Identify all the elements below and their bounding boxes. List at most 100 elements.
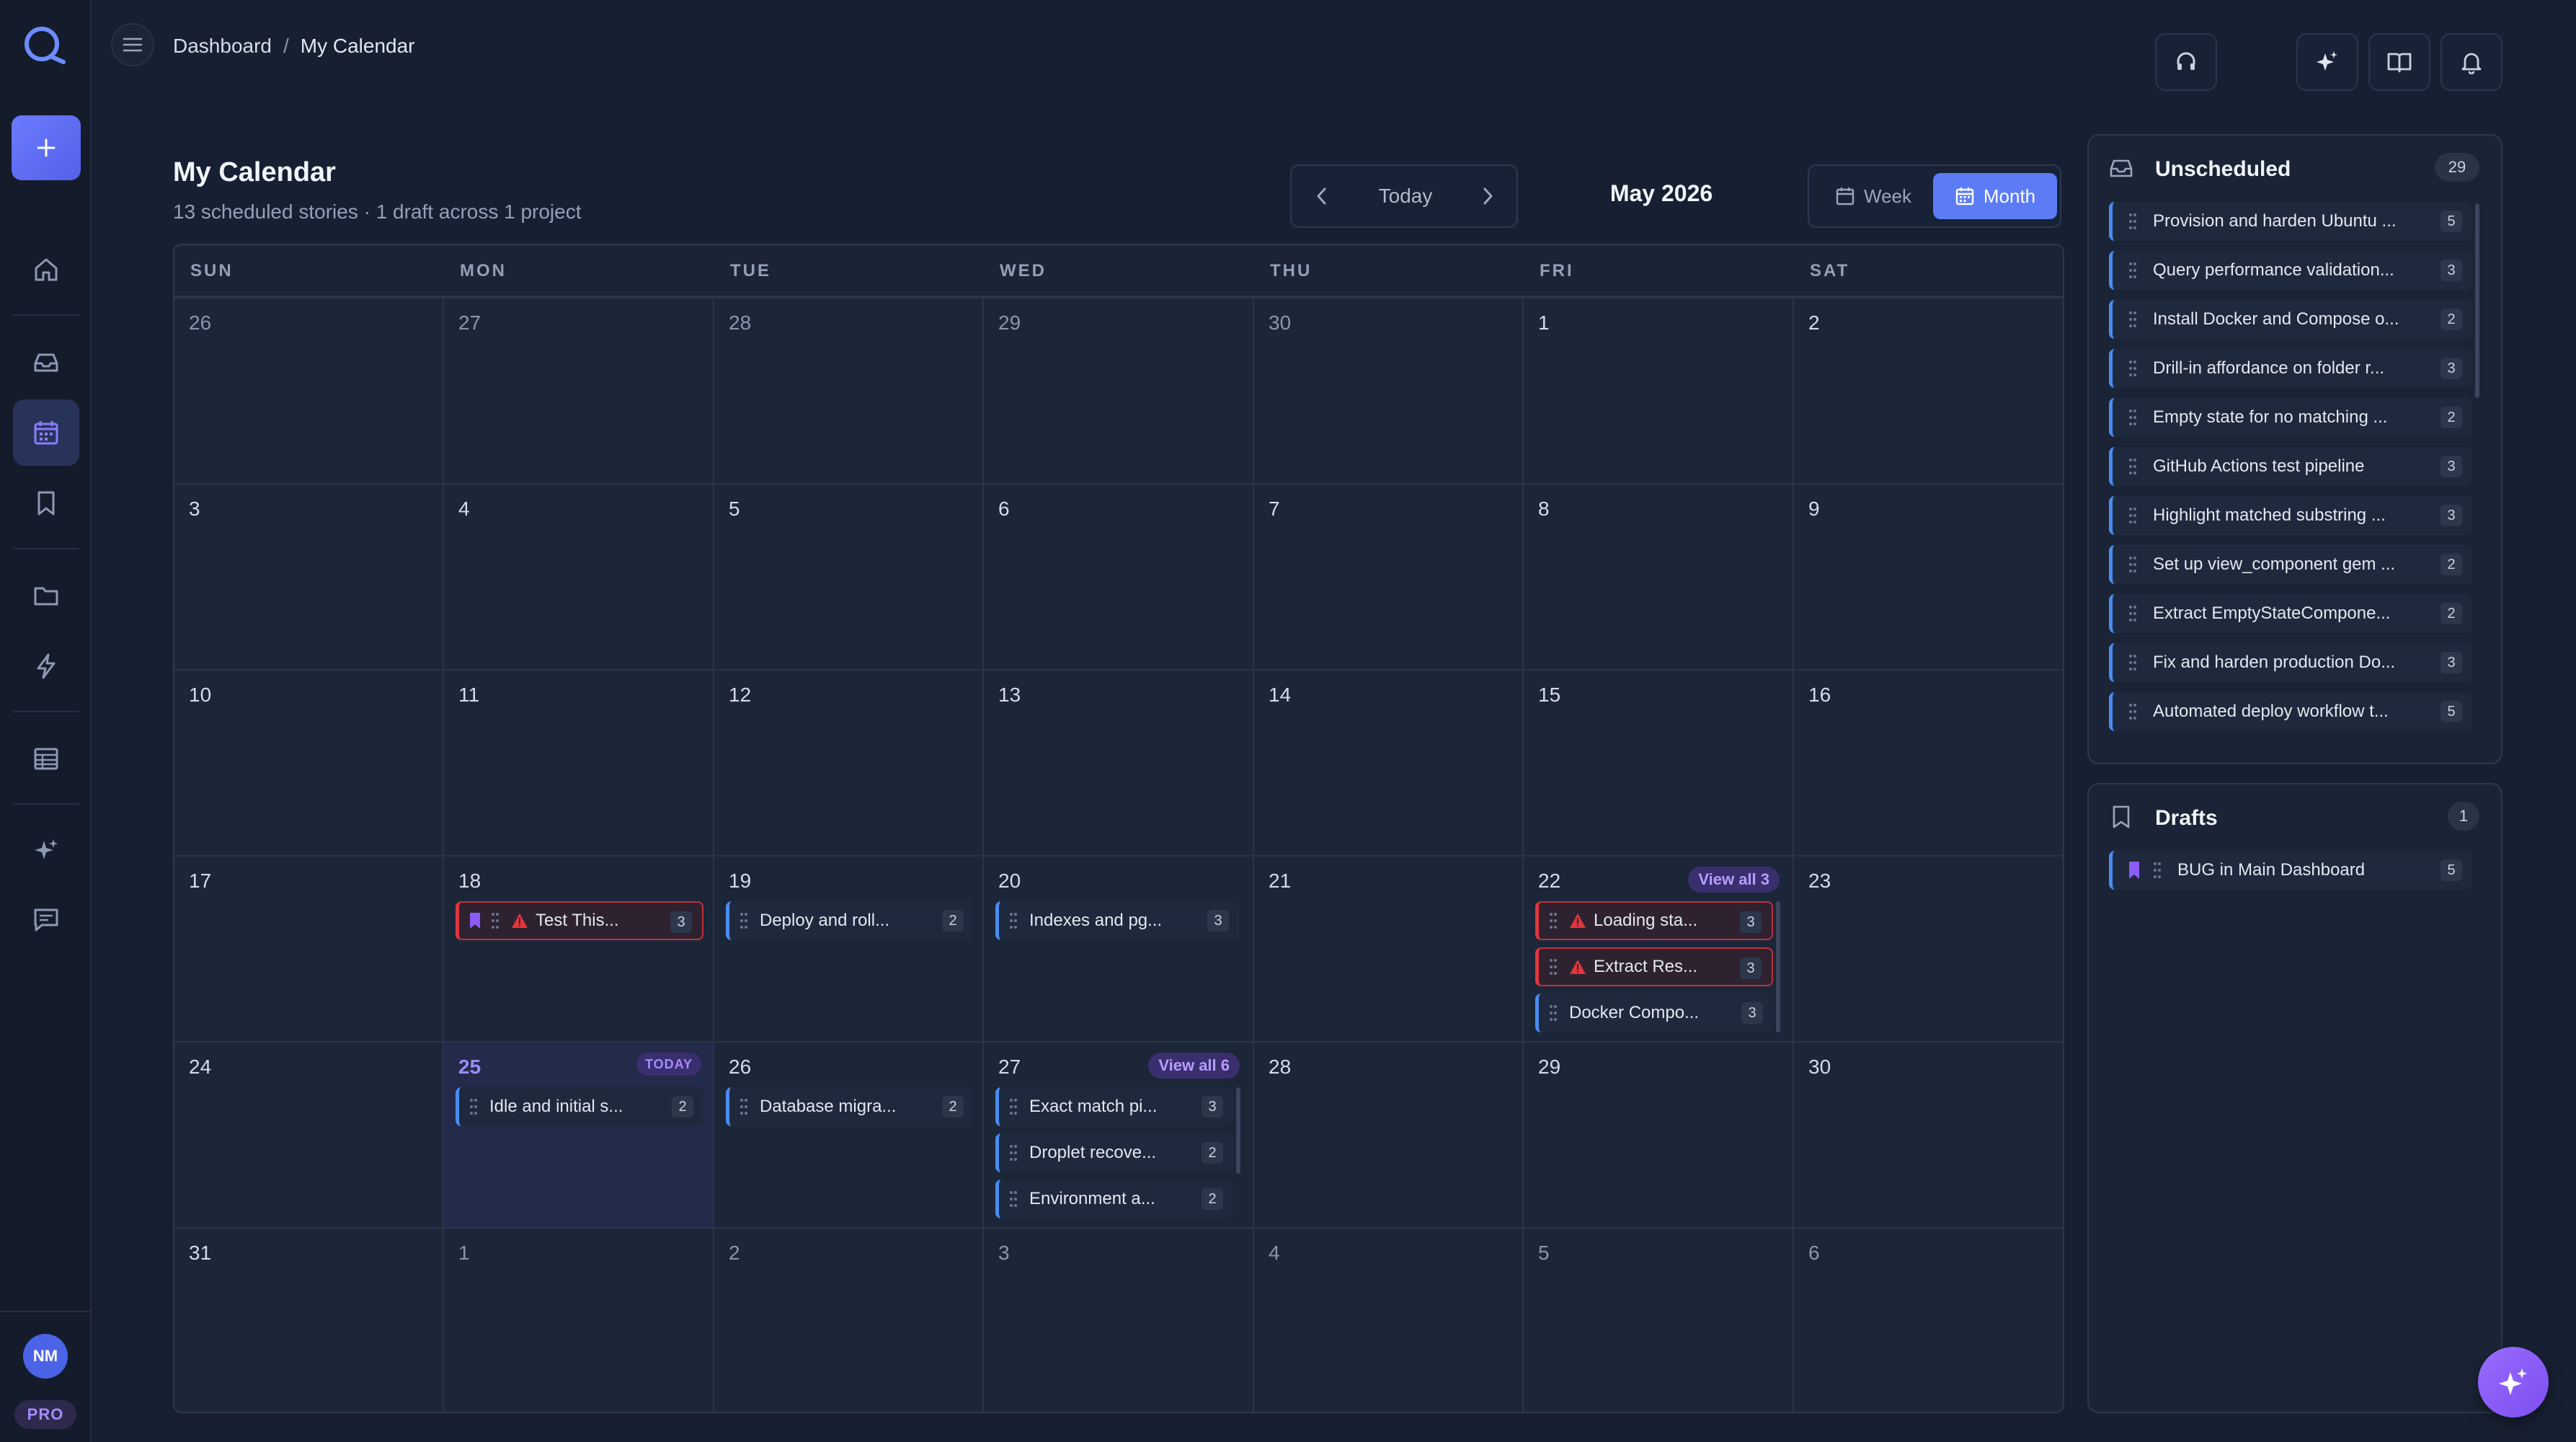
view-all-link[interactable]: View all 6: [1148, 1053, 1240, 1079]
unscheduled-item[interactable]: Highlight matched substring ... 3: [2109, 496, 2472, 535]
home-nav[interactable]: [13, 236, 79, 303]
unscheduled-item[interactable]: Install Docker and Compose o... 2: [2109, 300, 2472, 339]
reports-nav[interactable]: [13, 725, 79, 792]
drag-handle-icon[interactable]: [2128, 212, 2137, 231]
day-cell[interactable]: 19 Deploy and roll... 2: [714, 855, 984, 1041]
day-cell[interactable]: 16: [1794, 669, 2063, 855]
draft-item[interactable]: BUG in Main Dashboard 5: [2109, 851, 2472, 890]
story-card[interactable]: Test This... 3: [456, 901, 703, 940]
day-cell[interactable]: 28: [1254, 1041, 1524, 1227]
drag-handle-icon[interactable]: [491, 911, 499, 930]
day-cell[interactable]: 24: [174, 1041, 444, 1227]
story-card[interactable]: Indexes and pg... 3: [995, 901, 1239, 940]
docs-button[interactable]: [2368, 33, 2430, 91]
today-button[interactable]: Today: [1359, 176, 1452, 216]
drag-handle-icon[interactable]: [2128, 555, 2137, 574]
day-cell[interactable]: 31: [174, 1227, 444, 1412]
unscheduled-item[interactable]: Empty state for no matching ... 2: [2109, 398, 2472, 437]
unscheduled-item[interactable]: Automated deploy workflow t... 5: [2109, 692, 2472, 731]
day-cell[interactable]: 13: [984, 669, 1254, 855]
story-card[interactable]: Idle and initial s... 2: [456, 1087, 703, 1126]
day-cell[interactable]: 1: [1524, 297, 1794, 483]
week-view-button[interactable]: Week: [1816, 173, 1930, 219]
drag-handle-icon[interactable]: [2128, 457, 2137, 476]
day-cell[interactable]: 26 Database migra... 2: [714, 1041, 984, 1227]
day-cell[interactable]: 22 View all 3 Loading sta... 3 Extract Res..…: [1524, 855, 1794, 1041]
create-button[interactable]: [12, 115, 81, 180]
day-cell[interactable]: 26: [174, 297, 444, 483]
day-cell[interactable]: 2: [1794, 297, 2063, 483]
day-cell[interactable]: 2: [714, 1227, 984, 1412]
day-cell[interactable]: 10: [174, 669, 444, 855]
day-cell[interactable]: 15: [1524, 669, 1794, 855]
drag-handle-icon[interactable]: [1009, 1190, 1018, 1208]
notifications-button[interactable]: [2440, 33, 2502, 91]
app-logo[interactable]: [22, 25, 69, 66]
day-cell[interactable]: 25 TODAY Idle and initial s... 2: [444, 1041, 714, 1227]
breadcrumb-dashboard[interactable]: Dashboard: [173, 35, 272, 58]
day-cell[interactable]: 5: [714, 483, 984, 669]
day-cell[interactable]: 3: [984, 1227, 1254, 1412]
day-cell[interactable]: 30: [1254, 297, 1524, 483]
story-card[interactable]: Exact match pi... 3: [995, 1087, 1233, 1126]
day-cell[interactable]: 29: [1524, 1041, 1794, 1227]
drag-handle-icon[interactable]: [2128, 261, 2137, 280]
drag-handle-icon[interactable]: [2128, 653, 2137, 672]
day-cell[interactable]: 4: [1254, 1227, 1524, 1412]
day-cell[interactable]: 21: [1254, 855, 1524, 1041]
story-card[interactable]: Extract Res... 3: [1535, 947, 1773, 986]
bookmarks-nav[interactable]: [13, 470, 79, 536]
projects-nav[interactable]: [13, 562, 79, 629]
drag-handle-icon[interactable]: [1009, 911, 1018, 930]
prev-month-button[interactable]: [1302, 176, 1342, 216]
drag-handle-icon[interactable]: [2128, 359, 2137, 378]
drag-handle-icon[interactable]: [740, 911, 748, 930]
day-cell[interactable]: 1: [444, 1227, 714, 1412]
scrollbar[interactable]: [1776, 901, 1780, 1032]
messages-nav[interactable]: [13, 887, 79, 953]
ai-assistant-button[interactable]: [2296, 33, 2358, 91]
day-cell[interactable]: 5: [1524, 1227, 1794, 1412]
unscheduled-item[interactable]: Set up view_component gem ... 2: [2109, 545, 2472, 584]
day-cell[interactable]: 7: [1254, 483, 1524, 669]
drag-handle-icon[interactable]: [2128, 702, 2137, 721]
story-card[interactable]: Deploy and roll... 2: [726, 901, 974, 940]
day-cell[interactable]: 4: [444, 483, 714, 669]
drag-handle-icon[interactable]: [2128, 408, 2137, 427]
drag-handle-icon[interactable]: [2128, 310, 2137, 329]
day-cell[interactable]: 6: [984, 483, 1254, 669]
calendar-nav[interactable]: [13, 399, 79, 466]
day-cell[interactable]: 9: [1794, 483, 2063, 669]
day-cell[interactable]: 17: [174, 855, 444, 1041]
day-cell[interactable]: 30: [1794, 1041, 2063, 1227]
day-cell[interactable]: 20 Indexes and pg... 3: [984, 855, 1254, 1041]
month-view-button[interactable]: Month: [1933, 173, 2057, 219]
drag-handle-icon[interactable]: [1549, 1004, 1558, 1022]
day-cell[interactable]: 27: [444, 297, 714, 483]
day-cell[interactable]: 14: [1254, 669, 1524, 855]
drag-handle-icon[interactable]: [2128, 604, 2137, 623]
day-cell[interactable]: 29: [984, 297, 1254, 483]
drag-handle-icon[interactable]: [740, 1097, 748, 1116]
story-card[interactable]: Docker Compo... 3: [1535, 994, 1773, 1032]
day-cell[interactable]: 18 Test This... 3: [444, 855, 714, 1041]
unscheduled-item[interactable]: Query performance validation... 3: [2109, 251, 2472, 290]
day-cell[interactable]: 23: [1794, 855, 2063, 1041]
drag-handle-icon[interactable]: [1549, 957, 1558, 976]
day-cell[interactable]: 28: [714, 297, 984, 483]
unscheduled-item[interactable]: Extract EmptyStateCompone... 2: [2109, 594, 2472, 633]
story-card[interactable]: Database migra... 2: [726, 1087, 974, 1126]
ai-nav[interactable]: [13, 818, 79, 884]
day-cell[interactable]: 11: [444, 669, 714, 855]
drag-handle-icon[interactable]: [1549, 911, 1558, 930]
unscheduled-item[interactable]: GitHub Actions test pipeline 3: [2109, 447, 2472, 486]
scrollbar[interactable]: [2475, 203, 2479, 398]
unscheduled-item[interactable]: Drill-in affordance on folder r... 3: [2109, 349, 2472, 388]
day-cell[interactable]: 3: [174, 483, 444, 669]
view-all-link[interactable]: View all 3: [1688, 867, 1780, 893]
ai-chat-fab[interactable]: [2478, 1347, 2549, 1417]
next-month-button[interactable]: [1467, 176, 1508, 216]
menu-toggle-button[interactable]: [111, 23, 154, 66]
story-card[interactable]: Environment a... 2: [995, 1180, 1233, 1218]
unscheduled-item[interactable]: Fix and harden production Do... 3: [2109, 643, 2472, 682]
